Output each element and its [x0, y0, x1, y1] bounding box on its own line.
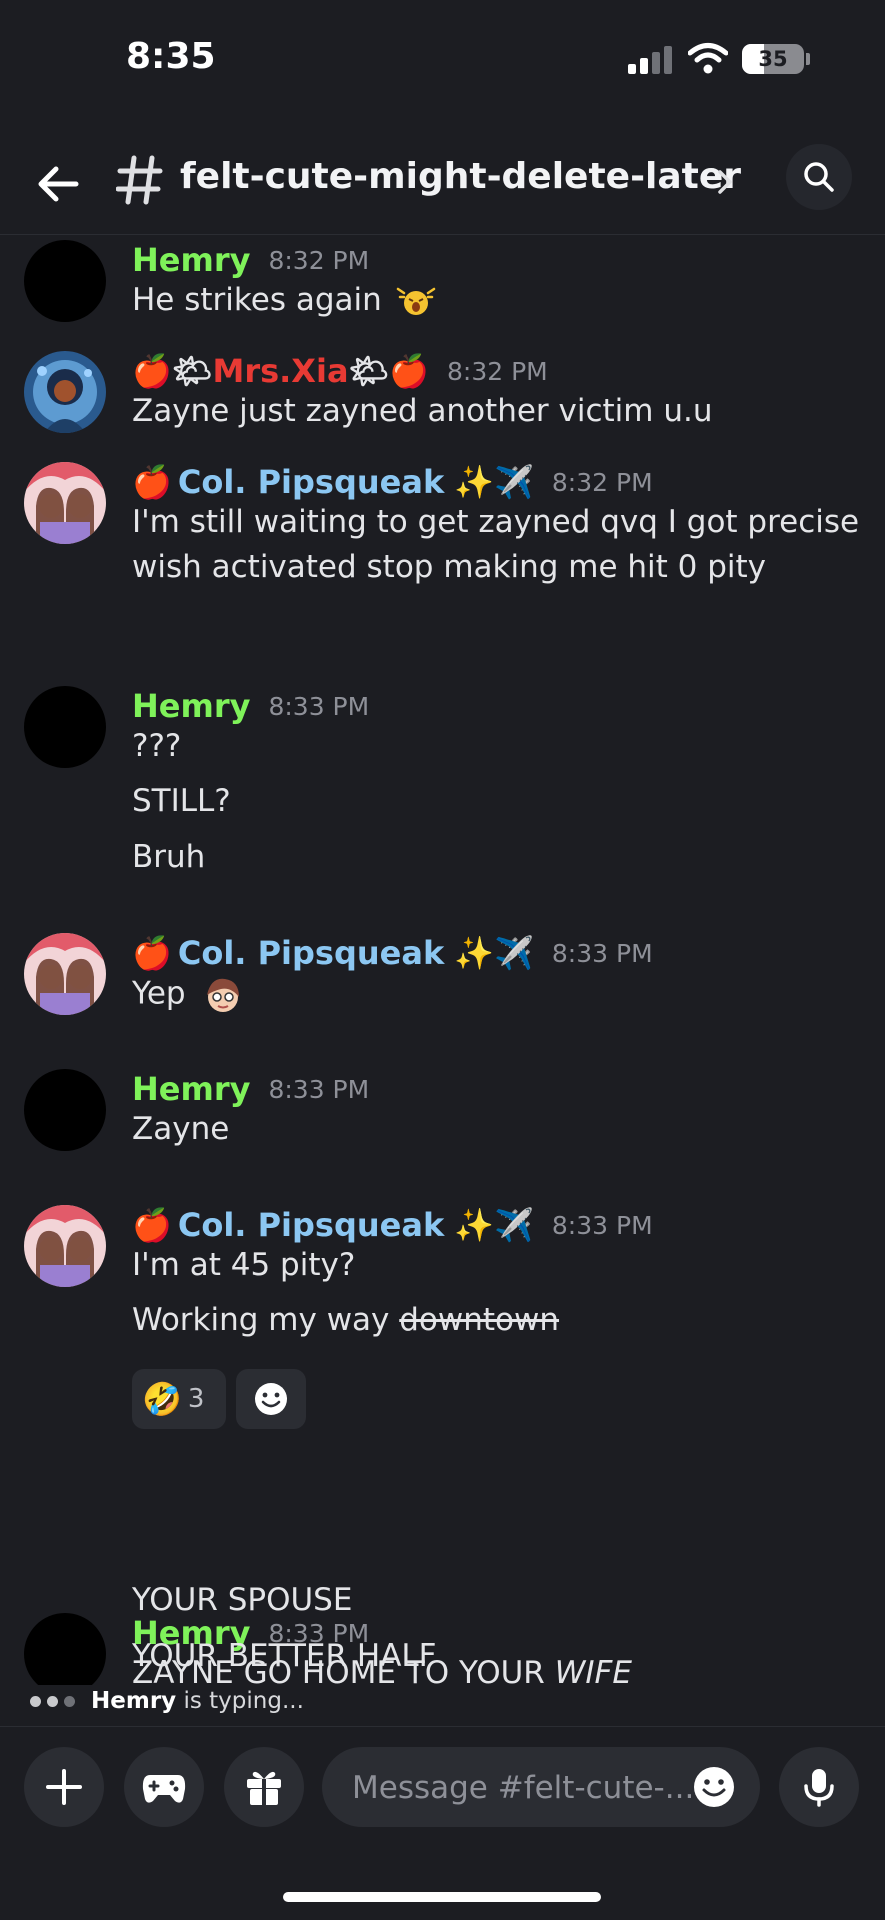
typing-user: Hemry: [91, 1688, 177, 1714]
message-text: STILL?: [132, 783, 231, 819]
message-input-pill[interactable]: [322, 1747, 760, 1829]
avatar[interactable]: [24, 1205, 106, 1287]
avatar-image: [24, 1205, 106, 1287]
author-badges: ✨✈️: [454, 1206, 534, 1244]
reaction-count: 3: [187, 1384, 205, 1414]
emoji-icon[interactable]: [692, 1765, 736, 1809]
avatar[interactable]: [24, 1613, 106, 1685]
wifi-icon: [688, 43, 728, 74]
message-text: wish activated stop making me hit 0 pity: [132, 549, 767, 585]
add-reaction-icon: [255, 1383, 287, 1415]
cellular-signal-icon: [628, 46, 672, 74]
voice-button[interactable]: [779, 1747, 859, 1827]
avatar[interactable]: [24, 462, 106, 544]
message-header: 🍎 Col. Pipsqueak ✨✈️ 8:33 PM: [132, 1202, 653, 1248]
message-text: I'm at 45 pity?: [132, 1247, 356, 1283]
message-text: I'm still waiting to get zayned qvq I go…: [132, 504, 860, 540]
avatar[interactable]: [24, 240, 106, 322]
message-header: Hemry 8:33 PM: [132, 1066, 369, 1112]
message-composer: [0, 1726, 885, 1847]
author-name[interactable]: Col. Pipsqueak: [178, 463, 444, 501]
italic-text: WIFE: [554, 1655, 632, 1685]
activities-button[interactable]: [124, 1747, 204, 1827]
avatar-image: [24, 462, 106, 544]
search-button[interactable]: [786, 144, 852, 210]
author-name[interactable]: Mrs.Xia: [212, 352, 348, 390]
gamepad-icon: [142, 1775, 186, 1803]
message-header: Hemry 8:33 PM: [132, 683, 369, 729]
message-text: ???: [132, 728, 182, 764]
message-text: Bruh: [132, 839, 206, 875]
author-name[interactable]: Hemry: [132, 687, 250, 725]
message-header: Hemry 8:32 PM: [132, 237, 369, 283]
plus-icon: [46, 1769, 82, 1805]
hash-icon: [116, 155, 163, 205]
add-reaction-button[interactable]: [236, 1369, 306, 1429]
author-badges: 🌤🍎: [348, 352, 429, 390]
timestamp: 8:32 PM: [268, 245, 370, 275]
channel-title[interactable]: felt-cute-might-delete-later: [180, 156, 741, 197]
timestamp: 8:33 PM: [268, 1074, 370, 1104]
battery-percent: 35: [758, 47, 788, 71]
author-name[interactable]: Col. Pipsqueak: [178, 934, 444, 972]
typing-dots-icon: [30, 1695, 75, 1707]
scream-face-emoji-icon: [396, 287, 435, 315]
author-badges: 🍎: [132, 1206, 172, 1244]
timestamp: 8:32 PM: [447, 356, 548, 386]
avatar-image: [24, 933, 106, 1015]
avatar-image: [24, 351, 106, 433]
author-name[interactable]: Hemry: [132, 1070, 250, 1108]
timestamp: 8:32 PM: [551, 467, 653, 497]
author-badges: 🍎🌤: [132, 352, 213, 390]
gift-icon: [247, 1771, 281, 1805]
message-header: 🍎🌤 Mrs.Xia 🌤🍎 8:32 PM: [132, 348, 548, 394]
avatar[interactable]: [24, 351, 106, 433]
gift-button[interactable]: [224, 1747, 304, 1827]
avatar[interactable]: [24, 686, 106, 768]
avatar[interactable]: [24, 933, 106, 1015]
reactions-bar: 🤣 3: [132, 1369, 306, 1429]
message-text: Zayne: [132, 1111, 230, 1147]
chevron-right-icon[interactable]: [714, 166, 736, 198]
reaction-rofl[interactable]: 🤣 3: [132, 1369, 226, 1429]
timestamp: 8:33 PM: [551, 1210, 653, 1240]
microphone-icon: [804, 1769, 834, 1807]
author-badges: ✨✈️: [454, 934, 534, 972]
back-arrow-icon[interactable]: [30, 156, 86, 212]
message-header: 🍎 Col. Pipsqueak ✨✈️ 8:33 PM: [132, 930, 653, 976]
battery-indicator: 35: [742, 44, 804, 74]
custom-sticker-emoji-icon: [207, 978, 240, 1012]
message-text: Zayne just zayned another victim u.u: [132, 393, 713, 429]
message-text: He strikes again: [132, 282, 436, 319]
author-badges: 🍎: [132, 463, 172, 501]
author-name[interactable]: Col. Pipsqueak: [178, 1206, 444, 1244]
home-indicator[interactable]: [283, 1892, 601, 1902]
rofl-emoji-icon: 🤣: [142, 1380, 182, 1418]
message-text: YOUR BETTER HALF: [132, 1638, 437, 1674]
message-text: Yep: [132, 975, 245, 1015]
typing-text: is typing...: [176, 1688, 304, 1714]
strikethrough-text: downtown: [399, 1302, 560, 1338]
status-bar: 8:35 35: [0, 0, 885, 120]
typing-indicator: Hemry is typing...: [30, 1685, 304, 1717]
message-text: Working my way downtown: [132, 1302, 560, 1338]
status-time: 8:35: [126, 36, 216, 77]
author-badges: ✨✈️: [454, 463, 534, 501]
battery-tip: [806, 53, 810, 65]
message-text: YOUR SPOUSE: [132, 1582, 353, 1618]
avatar[interactable]: [24, 1069, 106, 1151]
timestamp: 8:33 PM: [268, 691, 370, 721]
attach-button[interactable]: [24, 1747, 104, 1827]
channel-header: felt-cute-might-delete-later: [0, 120, 885, 235]
message-header: 🍎 Col. Pipsqueak ✨✈️ 8:32 PM: [132, 459, 653, 505]
message-list[interactable]: Hemry 8:32 PM He strikes again 🍎🌤 Mrs.Xi…: [0, 235, 885, 1685]
author-name[interactable]: Hemry: [132, 241, 250, 279]
message-input[interactable]: [350, 1747, 694, 1829]
timestamp: 8:33 PM: [551, 938, 653, 968]
author-badges: 🍎: [132, 934, 172, 972]
search-icon: [804, 162, 834, 192]
